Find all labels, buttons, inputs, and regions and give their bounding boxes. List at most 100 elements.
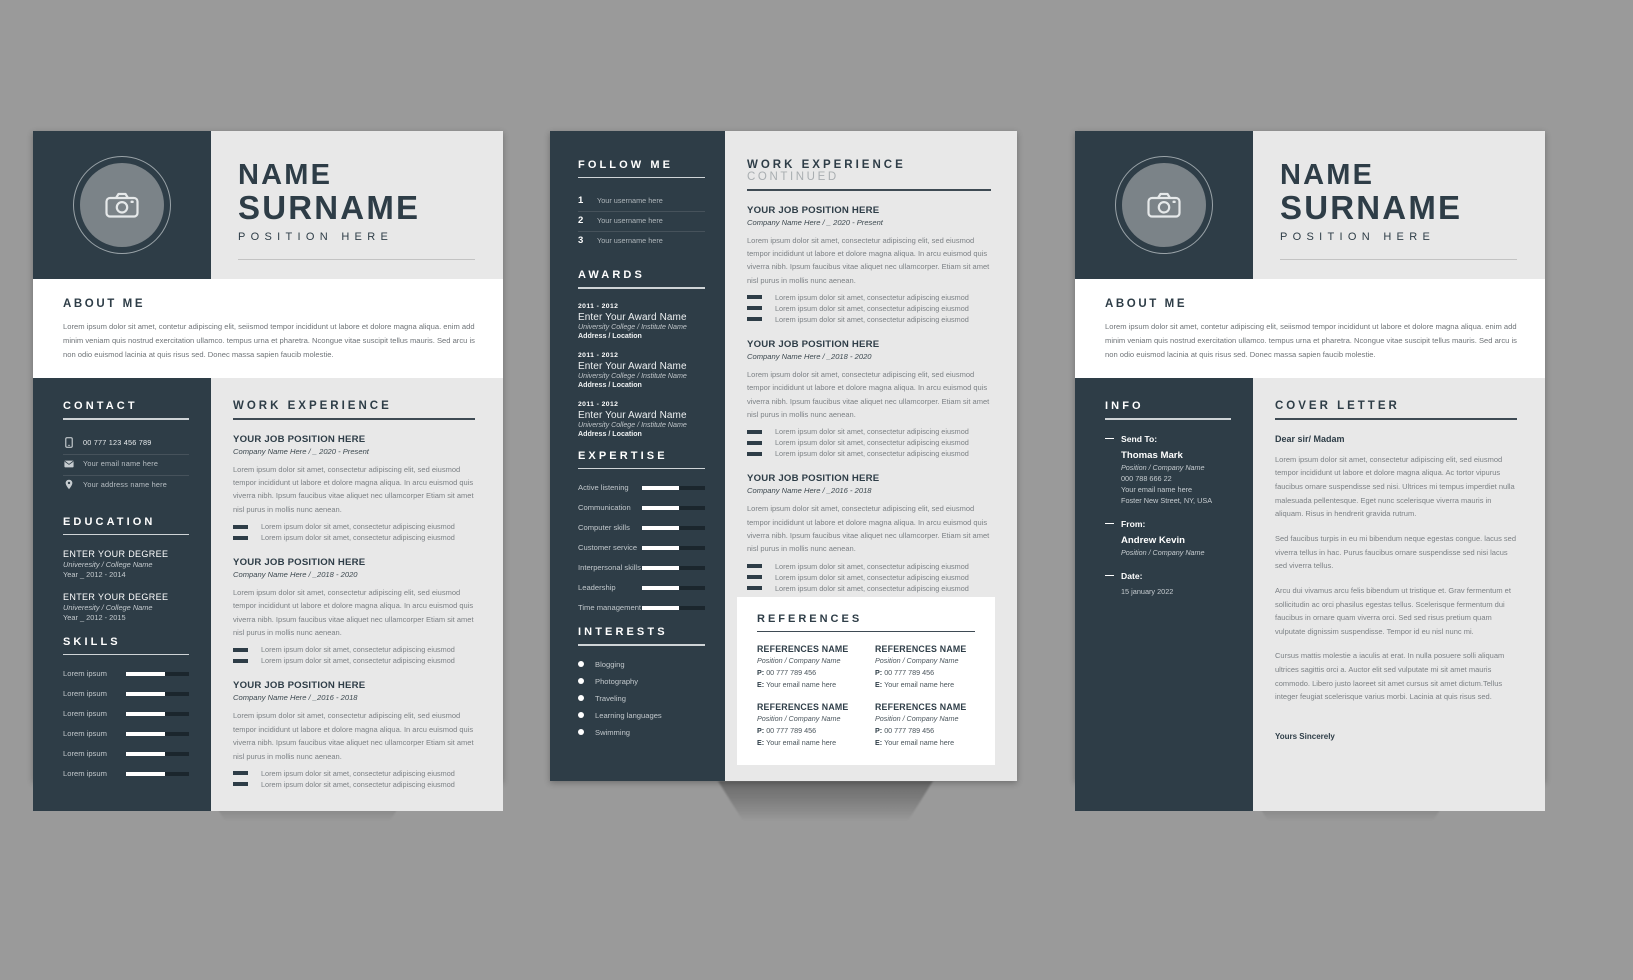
dash-icon [1105, 437, 1114, 440]
list-item[interactable]: 1 Your username here [578, 192, 705, 211]
send-to-address: Foster New Street, NY, USA [1121, 495, 1213, 505]
job-bullets: Lorem ipsum dolor sit amet, consectetur … [747, 562, 991, 593]
first-name: NAME [238, 159, 333, 191]
first-name: NAME [1280, 159, 1375, 191]
list-item[interactable]: 2 Your username here [578, 211, 705, 231]
cover-letter-divider [1275, 418, 1517, 420]
last-name: SURNAME [238, 188, 421, 226]
job-description: Lorem ipsum dolor sit amet, consectetur … [747, 235, 990, 285]
page-shadow-2 [718, 781, 933, 866]
list-item[interactable]: Your email name here [63, 453, 189, 475]
expertise-bar-fill [642, 545, 679, 550]
reference-email-label: E: [875, 680, 883, 689]
award-school: University College / Institute Name [578, 322, 687, 331]
bullet-text: Lorem ipsum dolor sit amet, consectetur … [775, 292, 969, 302]
follow-me-list: 1 Your username here 2 Your username here … [578, 192, 705, 251]
page1-body: CONTACT 00 777 123 456 789 Your email na… [33, 378, 503, 812]
camera-icon [105, 192, 139, 218]
work-experience-divider [747, 189, 991, 191]
reference-phone-value: 00 777 789 456 [884, 726, 935, 735]
page1-sidebar: CONTACT 00 777 123 456 789 Your email na… [33, 378, 211, 812]
interest-label: Learning languages [595, 710, 662, 720]
follow-username: Your username here [597, 196, 663, 206]
from-name: Andrew Kevin [1121, 534, 1185, 546]
award-school: University College / Institute Name [578, 371, 687, 380]
awards-divider [578, 287, 705, 289]
work-experience-divider [233, 418, 475, 420]
skill-label: Lorem ipsum [63, 709, 107, 719]
info-divider [1105, 418, 1231, 420]
last-name: SURNAME [1280, 188, 1463, 226]
expertise-label: Communication [578, 503, 631, 513]
resume-page-2: FOLLOW ME 1 Your username here 2 Your user… [550, 131, 1017, 781]
bullet-dash-icon [233, 782, 248, 787]
page2-body: FOLLOW ME 1 Your username here 2 Your user… [550, 131, 1017, 781]
work-experience-continued-title: WORK EXPERIENCE CONTINUED [747, 159, 991, 183]
reference-position: Position / Company Name [875, 714, 959, 723]
bullet-dash-icon [747, 586, 762, 591]
follow-index: 2 [578, 215, 584, 227]
list-item: Lorem ipsum [63, 769, 189, 778]
job-title: YOUR JOB POSITION HERE [233, 433, 366, 445]
list-item: Lorem ipsum dolor sit amet, consectetur … [747, 584, 991, 593]
about-me-body: Lorem ipsum dolor sit amet, contetur adi… [63, 322, 475, 360]
references-title: REFERENCES [757, 612, 863, 625]
date-label: Date: [1105, 571, 1231, 581]
education-school: Univeresity / College Name [63, 602, 153, 612]
expertise-label: Time management [578, 603, 642, 613]
list-item: Lorem ipsum dolor sit amet, consectetur … [747, 427, 991, 436]
skills-divider [63, 653, 189, 656]
photo-ring [73, 156, 171, 254]
expertise-bar [642, 605, 705, 610]
education-year: Year _ 2012 - 2015 [63, 612, 126, 622]
skill-bar [126, 671, 189, 676]
bullet-dash-icon [747, 451, 762, 456]
reference-name: REFERENCES NAME [757, 702, 849, 712]
skills-list: Lorem ipsum Lorem ipsum Lorem ipsum Lore… [63, 669, 189, 778]
award-location: Address / Location [578, 380, 642, 389]
skill-label: Lorem ipsum [63, 729, 107, 739]
list-item: ENTER YOUR DEGREE Univeresity / College … [63, 549, 189, 579]
page3-sidebar: INFO Send To: Thomas Mark Position / Com… [1075, 378, 1253, 812]
expertise-label: Interpersonal skills [578, 563, 641, 573]
reference-phone: P: 00 777 789 456 [757, 726, 857, 735]
bullet-text: Lorem ipsum dolor sit amet, consectetur … [775, 427, 969, 437]
list-item: Leadership [578, 583, 705, 592]
list-item[interactable]: Your address name here [63, 474, 189, 496]
expertise-label: Customer service [578, 543, 638, 553]
name-block: NAME SURNAME POSITION HERE [1253, 131, 1545, 279]
expertise-list: Active listening Communication Computer … [578, 483, 705, 612]
skill-bar [126, 751, 189, 756]
list-item[interactable]: 3 Your username here [578, 231, 705, 251]
skill-bar [126, 691, 189, 696]
expertise-bar [642, 505, 705, 510]
list-item[interactable]: 00 777 123 456 789 [63, 434, 189, 454]
info-title: INFO [1105, 400, 1144, 413]
skills-title: SKILLS [63, 635, 121, 648]
award-years: 2011 - 2012 [578, 400, 619, 408]
reference-email-value: Your email name here [766, 738, 837, 747]
list-item: Interpersonal skills [578, 563, 705, 572]
job-meta: Company Name Here / _2018 - 2020 [747, 351, 872, 361]
list-item: Lorem ipsum [63, 689, 189, 698]
interest-label: Traveling [595, 693, 626, 703]
bullet-text: Lorem ipsum dolor sit amet, consectetur … [775, 583, 969, 593]
job-bullets: Lorem ipsum dolor sit amet, consectetur … [747, 427, 991, 458]
photo-placeholder[interactable] [33, 131, 211, 279]
job-meta: Company Name Here / _2018 - 2020 [233, 570, 358, 580]
skill-label: Lorem ipsum [63, 689, 107, 699]
expertise-bar-fill [642, 565, 679, 570]
references-grid: REFERENCES NAME Position / Company Name … [757, 644, 975, 747]
reference-name: REFERENCES NAME [757, 644, 849, 654]
reference-email: E: Your email name here [757, 680, 857, 689]
job-meta: Company Name Here / _ 2020 - Present [233, 446, 369, 456]
job-entry: YOUR JOB POSITION HERE Company Name Here… [233, 680, 475, 789]
from-label-text: From: [1121, 518, 1146, 529]
award-years: 2011 - 2012 [578, 302, 619, 310]
reference-email-value: Your email name here [884, 738, 955, 747]
award-name: Enter Your Award Name [578, 311, 687, 323]
photo-placeholder[interactable] [1075, 131, 1253, 279]
list-item: 2011 - 2012 Enter Your Award Name Univer… [578, 352, 705, 389]
work-experience-title-main: WORK EXPERIENCE [747, 159, 906, 171]
reference-email-label: E: [875, 738, 883, 747]
